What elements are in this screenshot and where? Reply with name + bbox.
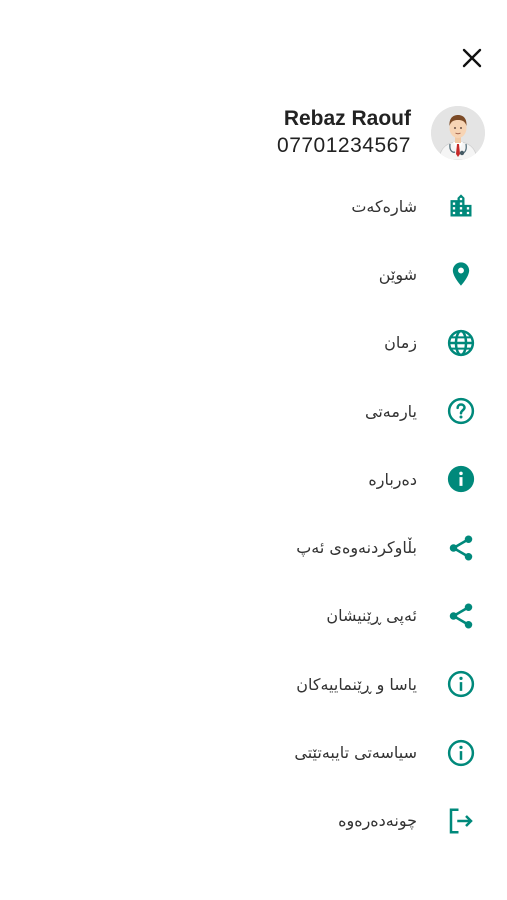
menu-item-about[interactable]: دەربارە — [0, 445, 507, 513]
city-icon — [445, 190, 477, 222]
menu-item-help[interactable]: یارمەتی — [0, 377, 507, 445]
menu-item-language[interactable]: زمان — [0, 309, 507, 377]
menu-item-logout[interactable]: چونەدەرەوە — [0, 787, 507, 855]
profile-info: Rebaz Raouf 07701234567 — [277, 106, 411, 160]
menu-item-share-app[interactable]: بڵاوکردنەوەی ئەپ — [0, 513, 507, 581]
close-icon — [461, 47, 483, 73]
share-icon — [445, 600, 477, 632]
menu-item-label: دەربارە — [368, 469, 417, 489]
doctor-avatar-icon — [431, 106, 485, 160]
help-icon — [445, 395, 477, 427]
menu-item-privacy[interactable]: سیاسەتی تایبەتێتی — [0, 718, 507, 786]
menu-item-terms[interactable]: یاسا و ڕێنماییەکان — [0, 650, 507, 718]
user-profile: Rebaz Raouf 07701234567 — [277, 104, 485, 162]
profile-phone: 07701234567 — [277, 134, 411, 157]
menu-item-label: یاسا و ڕێنماییەکان — [296, 674, 417, 694]
menu-item-label: سیاسەتی تایبەتێتی — [294, 743, 417, 763]
logout-icon — [445, 805, 477, 837]
profile-name: Rebaz Raouf — [283, 107, 411, 130]
menu-item-label: ئەپی ڕێنیشان — [326, 606, 417, 626]
share-icon — [445, 532, 477, 564]
menu-item-label: بڵاوکردنەوەی ئەپ — [296, 538, 417, 558]
menu-item-label: شوێن — [378, 264, 417, 284]
menu-item-label: یارمەتی — [365, 401, 417, 421]
drawer-menu: شارەکەت شوێن زمان یارمەتی دەربارە بڵاوکر… — [0, 172, 507, 855]
info-icon — [445, 463, 477, 495]
menu-item-guide-app[interactable]: ئەپی ڕێنیشان — [0, 582, 507, 650]
menu-item-location[interactable]: شوێن — [0, 240, 507, 308]
location-pin-icon — [445, 258, 477, 290]
menu-item-label: شارەکەت — [351, 196, 417, 216]
info-outline-icon — [445, 737, 477, 769]
info-outline-icon — [445, 668, 477, 700]
navigation-drawer: Rebaz Raouf 07701234567 شارەکەت شوێن زما… — [0, 0, 507, 900]
globe-icon — [445, 327, 477, 359]
menu-item-label: زمان — [384, 333, 417, 353]
close-button[interactable] — [458, 46, 486, 74]
menu-item-label: چونەدەرەوە — [338, 811, 417, 831]
menu-item-city[interactable]: شارەکەت — [0, 172, 507, 240]
avatar — [431, 106, 485, 160]
